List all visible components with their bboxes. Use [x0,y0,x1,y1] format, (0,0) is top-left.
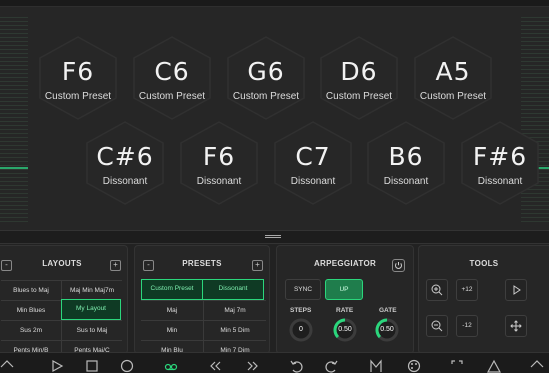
rate-value: 0.50 [338,326,352,333]
palette-icon[interactable] [407,359,421,373]
chord-pad[interactable]: B6 Dissonant [363,120,449,206]
left-edge-scroll-strip[interactable] [0,17,28,225]
pad-preset-label: Dissonant [383,176,429,187]
tools-title: TOOLS [469,259,499,268]
pad-note: G6 [247,57,285,86]
pad-preset-label: Custom Preset [44,91,112,102]
chord-pad[interactable]: G6 Custom Preset [223,35,309,121]
settings-icon[interactable] [530,359,544,373]
pad-note: B6 [388,142,424,171]
layout-item[interactable]: Sus to Maj [61,320,122,340]
pad-preset-label: Custom Preset [232,91,300,102]
pad-preset-label: Dissonant [290,176,336,187]
arpeggiator-panel: ARPEGGIATOR SYNC UP STEPS RATE GATE 0 0.… [276,245,414,354]
transpose-up-button[interactable]: +12 [456,279,478,301]
preset-item-selected[interactable]: Dissonant [202,279,264,300]
preset-item-selected[interactable]: Custom Preset [141,279,203,300]
gate-value: 0.50 [380,326,394,333]
panel-resize-handle[interactable] [0,230,549,244]
play-tool-button[interactable] [505,279,527,301]
layout-item[interactable]: Sus 2m [1,320,61,340]
rate-label: RATE [336,307,354,314]
grip-icon [265,235,281,236]
preset-item[interactable]: Min [141,320,203,340]
pad-note: F6 [61,57,95,86]
pad-note: C7 [295,142,331,171]
play-icon [513,285,521,295]
gate-knob[interactable]: 0.50 [375,318,399,342]
play-icon[interactable] [50,359,64,373]
layout-item[interactable]: Min Blues [1,300,61,320]
hex-pad-grid: F6 Custom Preset C6 Custom Preset G6 Cus… [0,7,549,230]
undo-icon[interactable] [289,359,303,373]
chord-pad[interactable]: F6 Custom Preset [35,35,121,121]
transport-toolbar [0,352,549,373]
layouts-title: LAYOUTS [42,259,82,268]
midi-icon[interactable] [369,359,383,373]
power-icon [395,262,402,269]
chord-pad[interactable]: D6 Custom Preset [316,35,402,121]
pad-note: D6 [340,57,378,86]
pad-note: F6 [202,142,236,171]
arpeggiator-power-button[interactable] [392,259,405,272]
stop-icon[interactable] [85,359,99,373]
pad-note: C#6 [96,142,154,171]
move-tool-button[interactable] [505,315,527,337]
preset-item[interactable]: Maj 7m [203,300,266,320]
pad-note: A5 [435,57,471,86]
transpose-down-button[interactable]: -12 [456,315,478,337]
presets-title: PRESETS [182,259,222,268]
add-layout-button[interactable]: + [110,260,121,271]
pad-note: C6 [154,57,190,86]
pad-preset-label: Dissonant [477,176,523,187]
steps-value: 0 [299,326,303,333]
zoom-out-button[interactable] [426,315,448,337]
layout-item[interactable]: Maj Min Maj7m [61,280,122,300]
pad-preset-label: Custom Preset [325,91,393,102]
pad-preset-label: Dissonant [102,176,148,187]
loop-icon[interactable] [164,359,178,373]
rewind-icon[interactable] [208,359,222,373]
fullscreen-icon[interactable] [450,359,464,373]
zoom-in-button[interactable] [426,279,448,301]
pad-note: F#6 [472,142,528,171]
warning-icon[interactable] [487,359,501,373]
chord-pad[interactable]: C#6 Dissonant [82,120,168,206]
pad-preset-label: Custom Preset [419,91,487,102]
preset-item[interactable]: Maj [141,300,203,320]
home-icon[interactable] [0,359,14,373]
rate-knob[interactable]: 0.50 [333,318,357,342]
chord-pad[interactable]: A5 Custom Preset [410,35,496,121]
layouts-panel: - LAYOUTS + Blues to Maj Maj Min Maj7m M… [0,245,128,354]
gate-label: GATE [379,307,397,314]
chord-pad[interactable]: F#6 Dissonant [457,120,543,206]
arp-mode-up-button[interactable]: UP [325,279,363,300]
steps-label: STEPS [290,307,312,314]
pad-preset-label: Custom Preset [138,91,206,102]
move-icon [510,320,522,332]
sync-toggle[interactable]: SYNC [285,279,321,300]
add-preset-button[interactable]: + [252,260,263,271]
top-bar [0,0,549,7]
layout-item-selected[interactable]: My Layout [61,299,121,320]
chord-pad[interactable]: C6 Custom Preset [129,35,215,121]
tools-panel: TOOLS +12 -12 [418,245,549,354]
preset-item[interactable]: Min 5 Dim [203,320,266,340]
fast-forward-icon[interactable] [246,359,260,373]
chord-pad[interactable]: C7 Dissonant [270,120,356,206]
steps-knob[interactable]: 0 [289,318,313,342]
presets-panel: - PRESETS + Custom Preset Dissonant Maj … [134,245,270,354]
record-icon[interactable] [120,359,134,373]
layout-item[interactable]: Blues to Maj [1,280,61,300]
zoom-in-icon [431,284,443,296]
zoom-out-icon [431,320,443,332]
pad-preset-label: Dissonant [196,176,242,187]
chord-pad[interactable]: F6 Dissonant [176,120,262,206]
redo-icon[interactable] [325,359,339,373]
